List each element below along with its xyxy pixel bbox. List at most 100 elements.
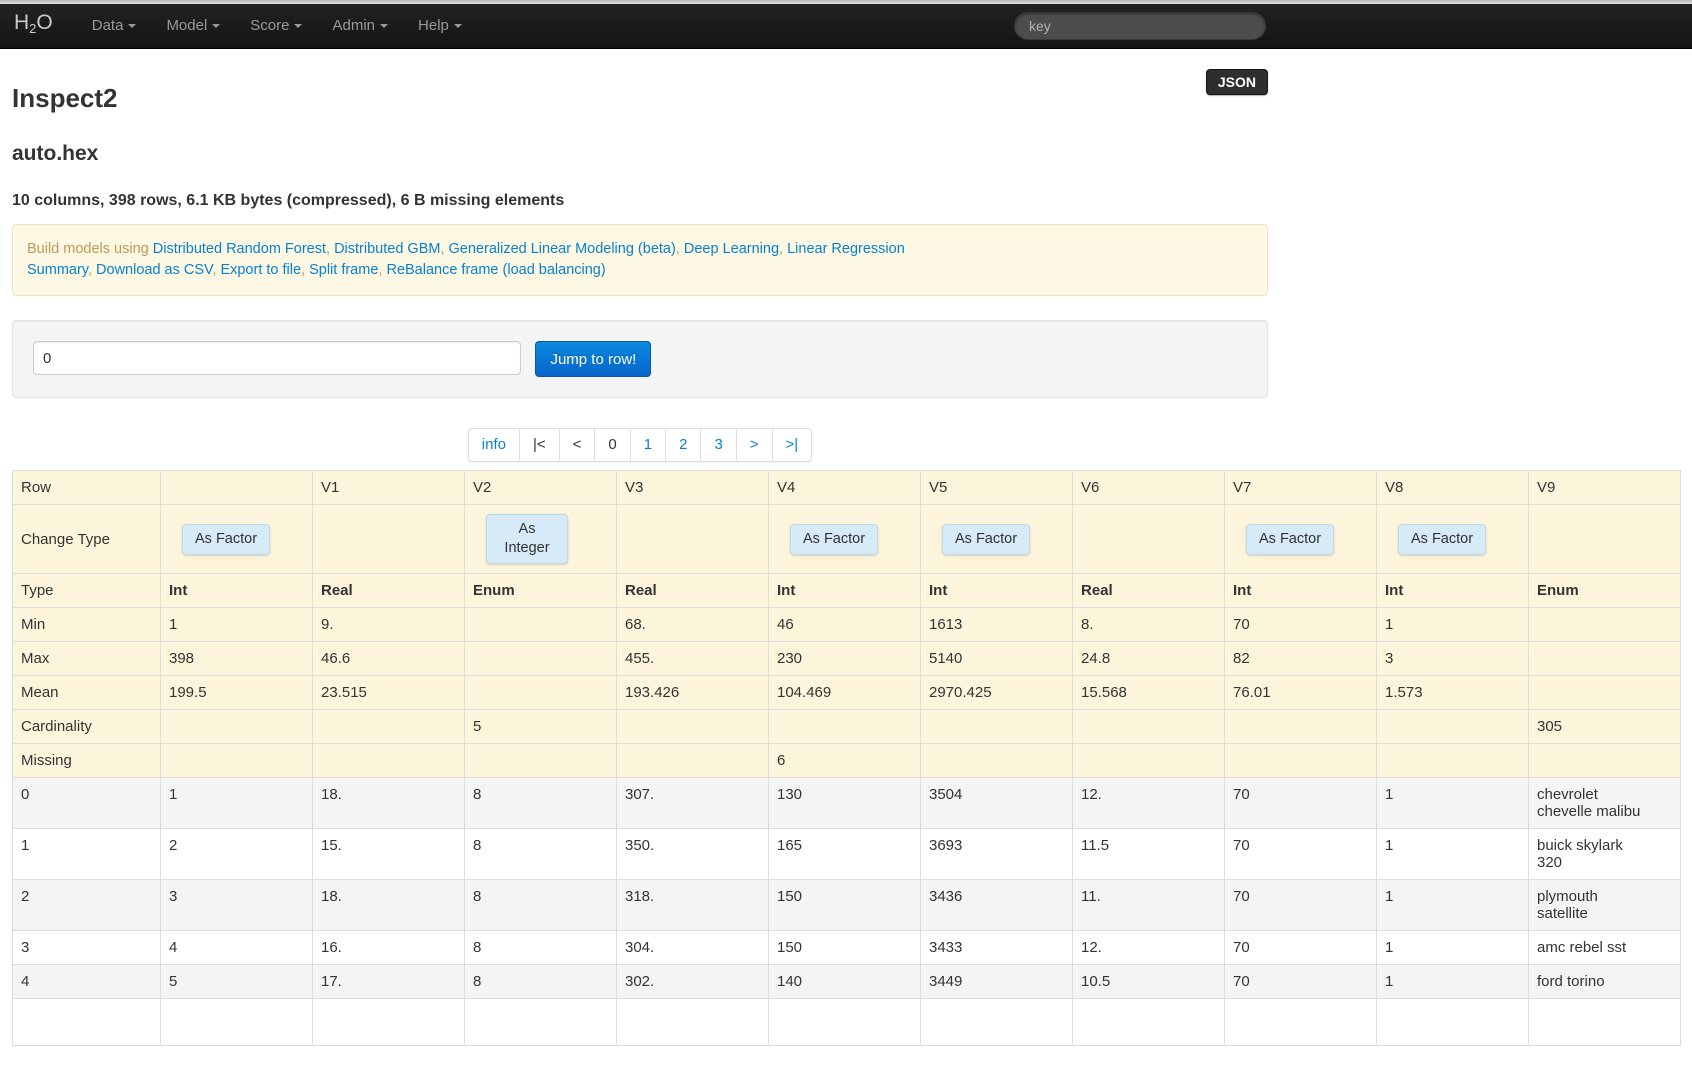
table-cell: 70 bbox=[1224, 964, 1377, 999]
model-link-5[interactable]: Linear Regression bbox=[787, 241, 905, 257]
stat-cell bbox=[312, 709, 465, 744]
change-type-cell: As Factor bbox=[920, 504, 1073, 574]
stat-cell: 23.515 bbox=[312, 675, 465, 710]
table-row: 2 3 18. 8 318. 150 3436 11. 70 1 plymouth satellit… bbox=[12, 879, 1681, 931]
model-link-3[interactable]: Generalized Linear Modeling (beta) bbox=[449, 241, 676, 257]
nav-menu-model-link[interactable]: Model bbox=[151, 4, 235, 48]
stat-cell: 15.568 bbox=[1072, 675, 1225, 710]
row-index: 1 bbox=[12, 828, 161, 880]
action-link-2[interactable]: Download as CSV bbox=[96, 262, 212, 278]
stat-cell bbox=[1224, 743, 1377, 778]
model-link-1[interactable]: Distributed Random Forest bbox=[153, 241, 326, 257]
nav-menu-help-link[interactable]: Help bbox=[403, 4, 477, 48]
as-integer-button[interactable]: As Integer bbox=[486, 514, 568, 564]
table-cell: 10.5 bbox=[1072, 964, 1225, 999]
jump-row-input[interactable] bbox=[33, 341, 521, 375]
table-cell: 150 bbox=[768, 879, 921, 931]
table-row: 4 5 17. 8 302. 140 3449 10.5 70 1 ford torino bbox=[12, 964, 1681, 999]
stat-cell: 46.6 bbox=[312, 641, 465, 676]
nav-menu-score-link[interactable]: Score bbox=[235, 4, 317, 48]
table-cell: 140 bbox=[768, 964, 921, 999]
as-factor-button[interactable]: As Factor bbox=[1246, 523, 1335, 555]
action-link-4[interactable]: Split frame bbox=[309, 262, 378, 278]
search-input[interactable] bbox=[1014, 12, 1266, 40]
table-cell: 70 bbox=[1224, 777, 1377, 829]
navbar-search bbox=[1014, 12, 1266, 40]
change-type-cell: As Factor bbox=[1376, 504, 1529, 574]
h2o-logo[interactable]: H2O bbox=[14, 1, 53, 51]
as-factor-button[interactable]: As Factor bbox=[790, 523, 879, 555]
action-link-3[interactable]: Export to file bbox=[220, 262, 301, 278]
action-link-1[interactable]: Summary bbox=[27, 262, 88, 278]
caret-down-icon bbox=[128, 24, 137, 28]
nav-menu-data-link[interactable]: Data bbox=[77, 4, 152, 48]
stat-cell: 398 bbox=[160, 641, 313, 676]
stat-cell bbox=[160, 743, 313, 778]
model-link-2[interactable]: Distributed GBM bbox=[334, 241, 440, 257]
build-models-prefix: Build models using bbox=[27, 241, 153, 257]
pagination-page-1-link[interactable]: 1 bbox=[631, 429, 665, 461]
jump-to-row-button[interactable]: Jump to row! bbox=[535, 341, 652, 377]
inspect-table: Row V1 V2 V3 V4 V5 V6 V7 V8 V9 Change Type As Facto… bbox=[12, 470, 1681, 1046]
pagination-info-link[interactable]: info bbox=[469, 429, 519, 461]
table-cell: 12. bbox=[1072, 777, 1225, 829]
pagination-page-3: 3 bbox=[700, 429, 735, 461]
json-button[interactable]: JSON bbox=[1205, 69, 1268, 95]
table-cell: 15. bbox=[312, 828, 465, 880]
stat-cell: 305 bbox=[1528, 709, 1681, 744]
stat-cell: 24.8 bbox=[1072, 641, 1225, 676]
change-type-cell: As Factor bbox=[768, 504, 921, 574]
pagination-page-3-link[interactable]: 3 bbox=[701, 429, 735, 461]
stat-cell: Real bbox=[312, 573, 465, 608]
pagination-page-2-link[interactable]: 2 bbox=[666, 429, 700, 461]
stat-cell: 8. bbox=[1072, 607, 1225, 642]
table-cell: 8 bbox=[464, 964, 617, 999]
stat-cell: 5140 bbox=[920, 641, 1073, 676]
table-cell bbox=[768, 998, 921, 1046]
as-factor-button[interactable]: As Factor bbox=[942, 523, 1031, 555]
row-index: 3 bbox=[12, 930, 161, 965]
column-header-V7: V7 bbox=[1224, 470, 1377, 505]
table-cell: 150 bbox=[768, 930, 921, 965]
change-type-cell: As Factor bbox=[1224, 504, 1377, 574]
stat-row-max: Max 398 46.6 455. 230 5140 24.8 82 3 bbox=[12, 641, 1681, 676]
action-link-5[interactable]: ReBalance frame (load balancing) bbox=[386, 262, 605, 278]
pagination-next: > bbox=[735, 429, 772, 461]
pagination-page-0-link[interactable]: 0 bbox=[595, 429, 629, 461]
nav-menu-admin-link[interactable]: Admin bbox=[317, 4, 403, 48]
column-header-blank bbox=[160, 470, 313, 505]
stat-cell: Int bbox=[1224, 573, 1377, 608]
table-cell: 1 bbox=[1376, 777, 1529, 829]
jump-row-well: Jump to row! bbox=[12, 320, 1268, 398]
stat-cell: 199.5 bbox=[160, 675, 313, 710]
column-header-V4: V4 bbox=[768, 470, 921, 505]
table-cell bbox=[1224, 998, 1377, 1046]
table-cell: 12. bbox=[1072, 930, 1225, 965]
page-title: Inspect2 bbox=[12, 83, 118, 113]
caret-down-icon bbox=[212, 24, 221, 28]
pagination-last-link[interactable]: >| bbox=[773, 429, 812, 461]
table-row: 1 2 15. 8 350. 165 3693 11.5 70 1 buick skylark 32… bbox=[12, 828, 1681, 880]
nav-menu-admin: Admin bbox=[317, 4, 403, 48]
stat-cell: 5 bbox=[464, 709, 617, 744]
stat-label: Type bbox=[12, 573, 161, 608]
model-link-4[interactable]: Deep Learning bbox=[684, 241, 779, 257]
frame-summary: 10 columns, 398 rows, 6.1 KB bytes (comp… bbox=[12, 192, 565, 209]
pagination-next-link[interactable]: > bbox=[737, 429, 772, 461]
pagination-prev-link[interactable]: < bbox=[560, 429, 595, 461]
stat-row-cardinality: Cardinality 5 305 bbox=[12, 709, 1681, 744]
table-cell: 18. bbox=[312, 777, 465, 829]
table-cell: 18. bbox=[312, 879, 465, 931]
frame-name: auto.hex bbox=[12, 142, 99, 165]
as-factor-button[interactable]: As Factor bbox=[1398, 523, 1487, 555]
nav-menu-data: Data bbox=[77, 4, 152, 48]
as-factor-button[interactable]: As Factor bbox=[182, 523, 271, 555]
caret-down-icon bbox=[294, 24, 303, 28]
table-cell: 165 bbox=[768, 828, 921, 880]
table-cell bbox=[312, 998, 465, 1046]
table-cell: 3 bbox=[160, 879, 313, 931]
table-cell: 3433 bbox=[920, 930, 1073, 965]
pagination-first-link[interactable]: |< bbox=[520, 429, 559, 461]
stat-row-mean: Mean 199.5 23.515 193.426 104.469 2970.425 15.… bbox=[12, 675, 1681, 710]
column-header-V6: V6 bbox=[1072, 470, 1225, 505]
